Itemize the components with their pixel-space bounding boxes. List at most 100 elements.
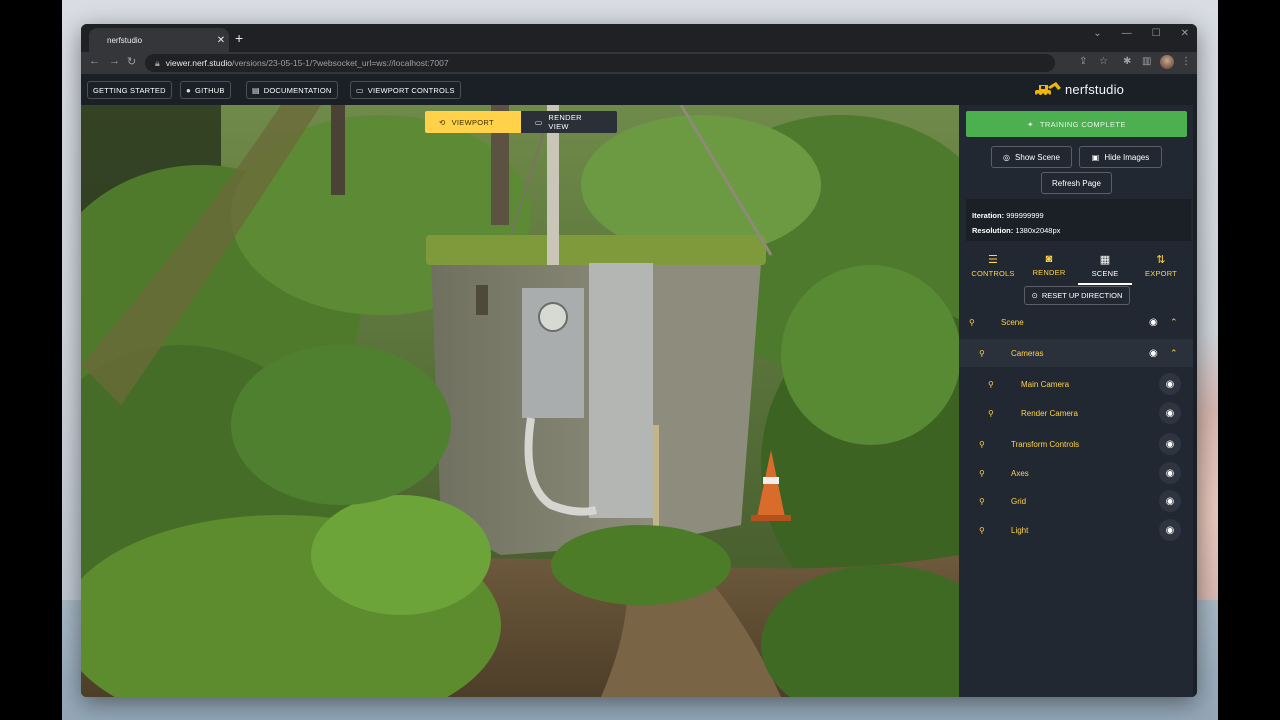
resolution-line: Resolution: 1380x2048px [972,226,1060,235]
camera-icon: ◙ [1045,253,1053,265]
maximize-button[interactable]: ☐ [1152,28,1161,39]
image-icon: ▣ [1091,152,1100,162]
share-icon[interactable]: ⇪ [1079,56,1087,67]
swap-vertical-icon: ⇅ [1156,253,1166,266]
panel-tabs: ☰ CONTROLS ◙ RENDER ▦ SCENE ⇅ EXPORT [966,245,1192,285]
tree-item-transform-controls[interactable]: ⚲ Transform Controls ◉ [959,430,1193,458]
eye-icon[interactable]: ◉ [1159,402,1181,424]
address-bar[interactable]: 🔒︎ viewer.nerf.studio /versions/23-05-15… [145,54,1055,72]
chevron-up-icon[interactable]: ⌃ [1170,317,1178,328]
view-mode-toggle: ⟲ VIEWPORT ▭ RENDER VIEW [425,111,617,133]
tab-scene[interactable]: ▦ SCENE [1078,245,1132,285]
browser-tab[interactable]: nerfstudio ✕ [89,28,229,52]
tree-item-main-camera[interactable]: ⚲ Main Camera ◉ [959,370,1193,398]
close-window-button[interactable]: ✕ [1181,28,1189,39]
chevron-down-icon[interactable]: ⌄ [1093,28,1101,39]
binoculars-icon: ⚲ [979,439,985,449]
window-controls: ⌄ — ☐ ✕ [1093,28,1189,39]
tab-render-view[interactable]: ▭ RENDER VIEW [521,111,617,133]
viewport-controls-label: VIEWPORT CONTROLS [367,85,455,95]
tab-close-icon[interactable]: ✕ [213,35,229,46]
tab-render-label: RENDER [1032,268,1066,277]
tab-render[interactable]: ◙ RENDER [1022,245,1076,285]
getting-started-button[interactable]: GETTING STARTED [87,81,172,99]
github-label: GITHUB [195,85,225,95]
tree-label-main-camera: Main Camera [1021,379,1070,389]
target-icon: ⊙ [1031,291,1038,300]
scene-view-icon: ◎ [1003,152,1011,162]
eye-icon[interactable]: ◉ [1159,373,1181,395]
tab-controls[interactable]: ☰ CONTROLS [966,245,1020,285]
reset-up-direction-button[interactable]: ⊙ RESET UP DIRECTION [1024,286,1130,305]
grid-icon: ▦ [1099,253,1111,266]
sliders-icon: ☰ [987,253,999,266]
tree-label-render-camera: Render Camera [1021,408,1078,418]
browser-tab-bar: nerfstudio ✕ + ⌄ — ☐ ✕ [81,24,1197,52]
eye-icon[interactable]: ◉ [1159,433,1181,455]
lock-icon: 🔒︎ [155,57,160,68]
eye-icon[interactable]: ◉ [1159,519,1181,541]
forward-arrow-icon[interactable]: → [109,55,120,67]
tree-item-render-camera[interactable]: ⚲ Render Camera ◉ [959,399,1193,427]
kebab-menu-icon[interactable]: ⋮ [1181,56,1191,67]
tab-controls-label: CONTROLS [971,268,1015,278]
eye-icon[interactable]: ◉ [1149,317,1158,328]
logo-text: nerfstudio [1065,81,1125,97]
tab-viewport[interactable]: ⟲ VIEWPORT [425,111,521,133]
extensions-icon[interactable]: ✱ [1123,56,1131,67]
documentation-button[interactable]: ▤ DOCUMENTATION [246,81,338,99]
tree-item-light[interactable]: ⚲ Light ◉ [959,516,1193,544]
training-info: Iteration: 999999999 Resolution: 1380x20… [966,199,1191,241]
show-scene-label: Show Scene [1015,152,1060,162]
binoculars-icon: ⚲ [979,496,985,506]
chevron-up-icon[interactable]: ⌃ [1170,348,1178,359]
app-top-nav: GETTING STARTED ● GITHUB ▤ DOCUMENTATION… [81,74,1197,105]
back-arrow-icon[interactable]: ← [89,55,100,67]
tree-label-cameras: Cameras [1011,348,1044,358]
eye-icon[interactable]: ◉ [1159,490,1181,512]
tab-export-label: EXPORT [1145,268,1177,278]
tab-export[interactable]: ⇅ EXPORT [1134,245,1188,285]
viewport-controls-button[interactable]: ▭ VIEWPORT CONTROLS [350,81,461,99]
browser-toolbar: ← → ↻ 🔒︎ viewer.nerf.studio /versions/23… [81,52,1197,74]
new-tab-button[interactable]: + [235,30,243,46]
orbit-icon: ⟲ [439,117,446,127]
hide-images-label: Hide Images [1104,152,1150,162]
github-button[interactable]: ● GITHUB [180,81,231,99]
party-icon: ✦ [1027,119,1034,129]
eye-icon[interactable]: ◉ [1159,462,1181,484]
refresh-page-button[interactable]: Refresh Page [1041,172,1112,194]
binoculars-icon: ⚲ [979,348,985,358]
resolution-label: Resolution: [972,226,1014,235]
refresh-page-label: Refresh Page [1052,178,1101,188]
github-icon: ● [186,85,192,95]
tab-viewport-label: VIEWPORT [451,117,494,127]
tree-item-axes[interactable]: ⚲ Axes ◉ [959,459,1193,487]
eye-icon[interactable]: ◉ [1149,348,1158,359]
tree-item-grid[interactable]: ⚲ Grid ◉ [959,487,1193,515]
excavator-logo-icon [1035,82,1061,97]
tab-render-view-label: RENDER VIEW [548,113,582,131]
training-status-button[interactable]: ✦ TRAINING COMPLETE [966,111,1187,137]
binoculars-icon: ⚲ [979,468,985,478]
keyboard-icon: ▭ [356,85,364,95]
tree-label-axes: Axes [1011,468,1029,478]
show-scene-button[interactable]: ◎ Show Scene [991,146,1072,168]
viewport-canvas[interactable]: ⟲ VIEWPORT ▭ RENDER VIEW [81,105,959,697]
control-panel: ✦ TRAINING COMPLETE ◎ Show Scene ▣ Hide … [959,105,1193,697]
reload-icon[interactable]: ↻ [127,55,136,68]
panel-scrollbar[interactable] [1193,105,1197,697]
tree-item-scene[interactable]: ⚲ Scene ◉ ⌃ [959,308,1193,336]
desktop-edge-right [1218,0,1280,720]
star-icon[interactable]: ☆ [1099,56,1108,67]
minimize-button[interactable]: — [1122,28,1132,39]
tree-item-cameras[interactable]: ⚲ Cameras ◉ ⌃ [959,339,1193,367]
tree-label-transform-controls: Transform Controls [1011,439,1080,449]
iteration-line: Iteration: 999999999 [972,211,1044,220]
document-icon: ▤ [252,85,260,95]
resolution-value: 1380x2048px [1015,226,1061,235]
side-panel-icon[interactable]: ▥ [1142,56,1151,67]
binoculars-icon: ⚲ [969,317,975,327]
hide-images-button[interactable]: ▣ Hide Images [1079,146,1162,168]
profile-avatar[interactable] [1160,55,1174,69]
